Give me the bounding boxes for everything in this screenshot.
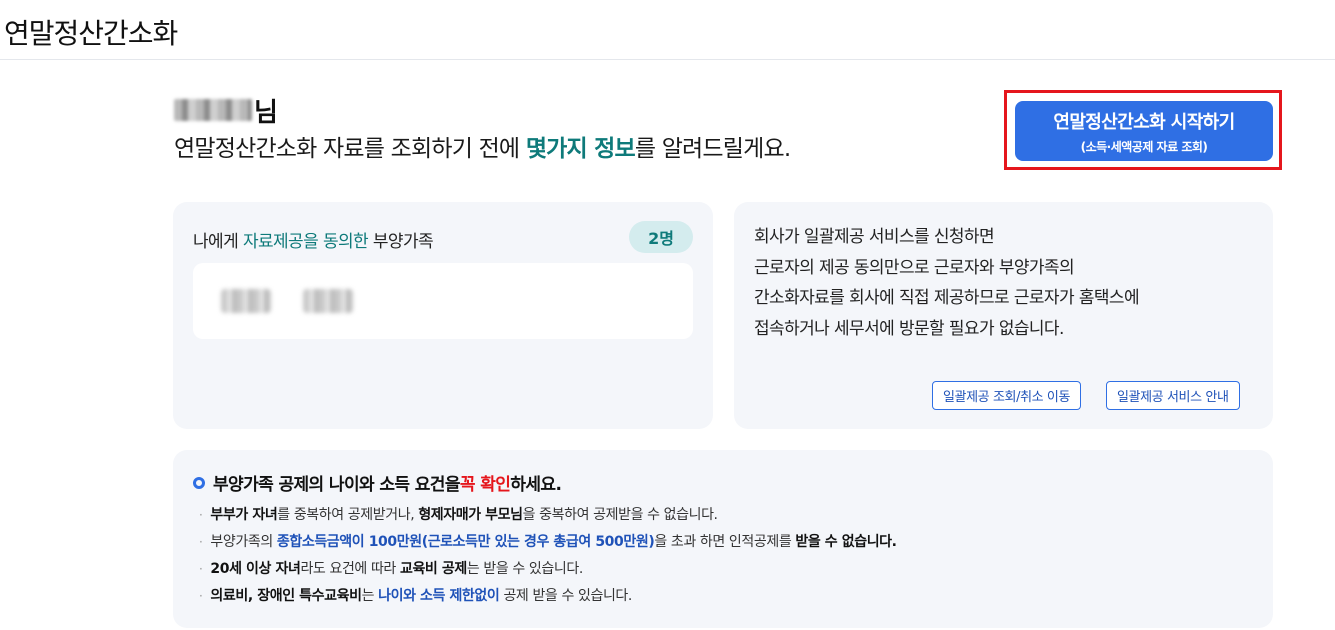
page-header: 연말정산간소화 — [0, 0, 1335, 60]
dependents-title: 나에게 자료제공을 동의한 부양가족 — [193, 227, 434, 252]
user-name-row: 님 — [174, 93, 790, 128]
notice-item: · 의료비, 장애인 특수교육비는 나이와 소득 제한없이 공제 받을 수 있습니… — [199, 583, 897, 610]
service-description-line: 근로자의 제공 동의만으로 근로자와 부양가족의 — [754, 257, 1075, 278]
service-description-line: 간소화자료를 회사에 직접 제공하므로 근로자가 홈택스에 — [754, 288, 1140, 308]
notice-text: 라도 요건에 따라 — [300, 561, 400, 577]
start-button-label: 연말정산간소화 시작하기 — [1053, 111, 1235, 133]
start-button-sublabel: (소득·세액공제 자료 조회) — [1080, 139, 1208, 154]
intro-text: 연말정산간소화 자료를 조회하기 전에 몇가지 정보를 알려드릴게요. — [174, 129, 791, 163]
notice-bold: 형제자매가 부모님 — [418, 507, 523, 523]
masked-dependent-name — [221, 289, 271, 313]
notice-item: · 20세 이상 자녀라도 요건에 따라 교육비 공제는 받을 수 있습니다. — [199, 556, 897, 583]
bulk-provision-info-button[interactable]: 일괄제공 서비스 안내 — [1106, 381, 1240, 410]
start-simplified-service-button[interactable]: 연말정산간소화 시작하기 (소득·세액공제 자료 조회) — [1015, 101, 1273, 161]
dependents-list — [193, 263, 693, 339]
dependent-requirements-notice: 부양가족 공제의 나이와 소득 요건을 꼭 확인 하세요. · 부부가 자녀를 중복… — [173, 450, 1273, 628]
notice-bold: 교육비 공제 — [399, 561, 467, 577]
notice-item: · 부부가 자녀를 중복하여 공제받거나, 형제자매가 부모님을 중복하여 공제받… — [199, 502, 897, 529]
dependents-title-pre: 나에게 — [193, 232, 243, 252]
notice-title-pre: 부양가족 공제의 나이와 소득 요건을 — [213, 475, 460, 495]
name-suffix: 님 — [254, 97, 278, 128]
notice-title: 부양가족 공제의 나이와 소득 요건을 꼭 확인 하세요. — [193, 470, 562, 495]
bullet-icon: · — [199, 589, 203, 603]
page-title: 연말정산간소화 — [4, 17, 178, 50]
dependents-title-highlight: 자료제공을 동의한 — [242, 232, 369, 252]
notice-blue-text: 나이와 소득 제한없이 — [378, 588, 500, 604]
notice-text: 부양가족의 — [210, 534, 277, 550]
circle-bullet-icon — [193, 476, 205, 489]
notice-item: · 부양가족의 종합소득금액이 100만원(근로소득만 있는 경우 총급여 500… — [199, 529, 897, 556]
consented-dependents-card: 나에게 자료제공을 동의한 부양가족 2명 — [173, 202, 713, 429]
bullet-icon: · — [199, 535, 203, 549]
notice-title-emphasis: 꼭 확인 — [459, 475, 511, 495]
bullet-icon: · — [199, 508, 203, 522]
notice-text: 를 중복하여 공제받거나, — [277, 507, 419, 523]
notice-bold: 부부가 자녀 — [210, 507, 278, 523]
greeting-section: 님 연말정산간소화 자료를 조회하기 전에 몇가지 정보를 알려드릴게요. — [174, 93, 791, 163]
intro-text-highlight: 몇가지 정보 — [525, 136, 636, 162]
notice-text: 는 받을 수 있습니다. — [466, 561, 583, 577]
service-description-line: 접속하거나 세무서에 방문할 필요가 없습니다. — [754, 318, 1064, 339]
notice-text: 는 — [361, 588, 379, 604]
bullet-icon: · — [199, 562, 203, 576]
notice-blue-text: 종합소득금액이 100만원(근로소득만 있는 경우 총급여 500만원) — [276, 534, 655, 550]
notice-bold: 받을 수 없습니다. — [795, 534, 897, 550]
masked-user-name — [174, 99, 252, 121]
service-description: 회사가 일괄제공 서비스를 신청하면 근로자의 제공 동의만으로 근로자와 부양… — [754, 222, 1140, 344]
intro-text-pre: 연말정산간소화 자료를 조회하기 전에 — [174, 136, 526, 162]
notice-list: · 부부가 자녀를 중복하여 공제받거나, 형제자매가 부모님을 중복하여 공제받… — [199, 502, 897, 610]
notice-bold: 의료비, 장애인 특수교육비 — [210, 588, 362, 604]
notice-text: 을 중복하여 공제받을 수 없습니다. — [522, 507, 718, 523]
bulk-provision-lookup-button[interactable]: 일괄제공 조회/취소 이동 — [932, 381, 1082, 410]
service-description-line: 회사가 일괄제공 서비스를 신청하면 — [754, 227, 995, 247]
masked-dependent-name — [303, 289, 353, 313]
intro-text-post: 를 알려드릴게요. — [634, 136, 791, 162]
notice-text: 을 초과 하면 인적공제를 — [654, 534, 796, 550]
dependents-title-post: 부양가족 — [368, 232, 434, 252]
notice-title-post: 하세요. — [510, 475, 562, 495]
bulk-provision-service-card: 회사가 일괄제공 서비스를 신청하면 근로자의 제공 동의만으로 근로자와 부양… — [734, 202, 1273, 429]
notice-bold: 20세 이상 자녀 — [210, 561, 301, 577]
notice-text: 공제 받을 수 있습니다. — [499, 588, 632, 604]
dependents-count-badge: 2명 — [629, 221, 693, 253]
